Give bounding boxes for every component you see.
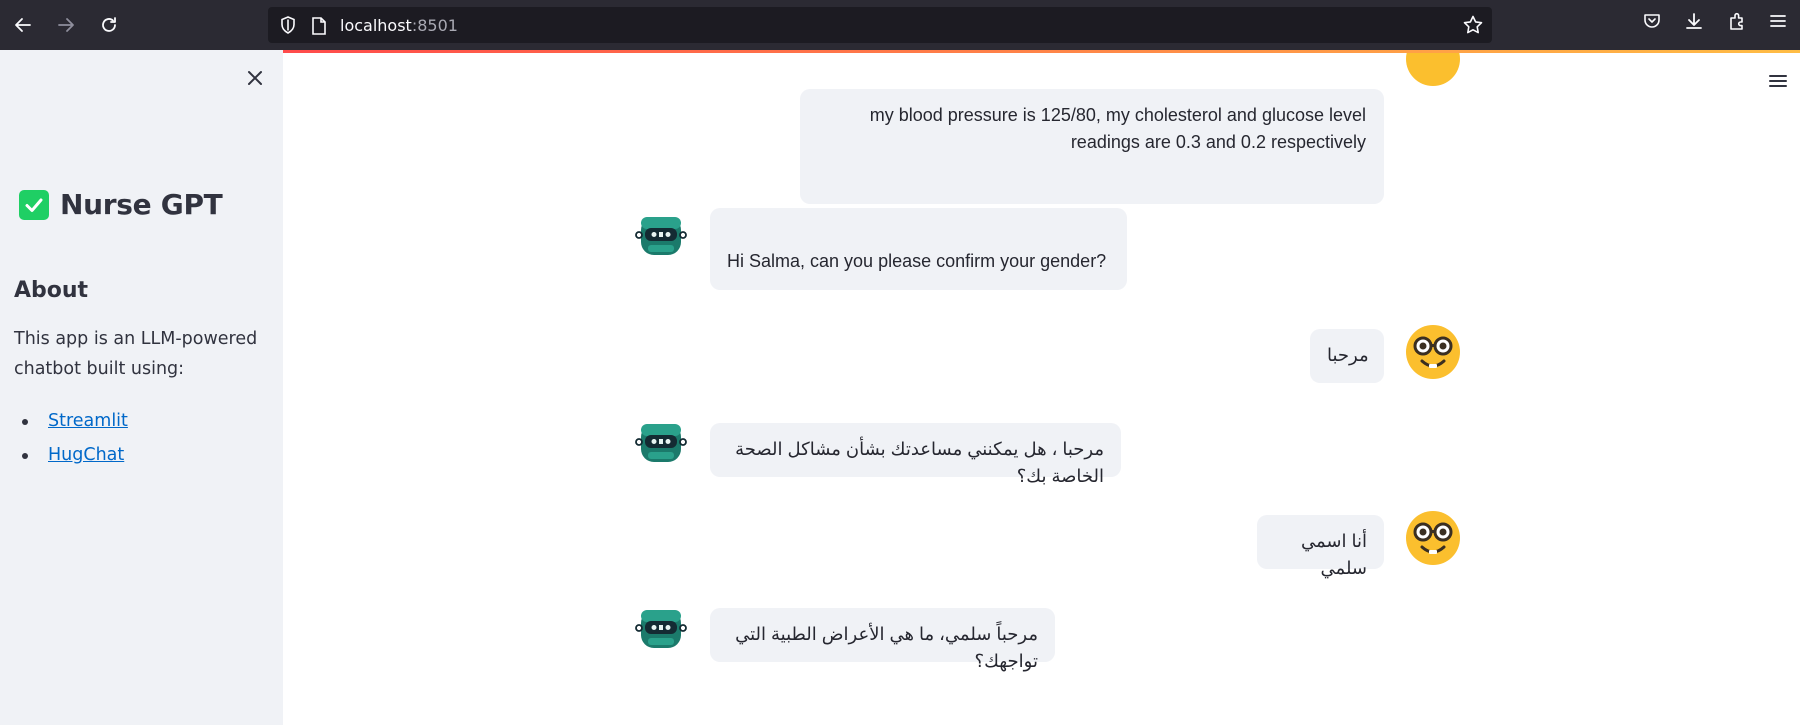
message-text: my blood pressure is 125/80, my choleste…: [869, 105, 1366, 152]
chat-message-assistant: مرحباً سلمي، ما هي الأعراض الطبية التي ت…: [710, 608, 1055, 671]
extensions-icon[interactable]: [1727, 11, 1747, 36]
reload-icon[interactable]: [95, 11, 123, 39]
bot-avatar-robot-icon: [635, 610, 687, 648]
tech-links-list: Streamlit HugChat: [20, 404, 128, 472]
url-text: localhost:8501: [340, 16, 458, 35]
message-text: مرحباً سلمي، ما هي الأعراض الطبية التي ت…: [735, 624, 1038, 671]
page-info-icon[interactable]: [310, 16, 328, 41]
app-menu-icon[interactable]: [1768, 11, 1788, 36]
app-title-text: Nurse GPT: [60, 188, 223, 221]
url-port: :8501: [411, 16, 458, 35]
download-icon[interactable]: [1684, 11, 1704, 36]
bookmark-star-icon[interactable]: [1462, 14, 1484, 41]
chat-area[interactable]: my blood pressure is 125/80, my choleste…: [283, 53, 1800, 725]
pocket-icon[interactable]: [1642, 11, 1662, 36]
check-mark-icon: [19, 189, 49, 220]
forward-arrow-icon[interactable]: [52, 11, 80, 39]
chat-message-user: my blood pressure is 125/80, my choleste…: [800, 89, 1384, 204]
bot-avatar-robot-icon: [635, 424, 687, 462]
chat-message-user: أنا اسمي سلمي: [1257, 515, 1384, 578]
sidebar: Nurse GPT About This app is an LLM-power…: [0, 50, 283, 725]
chat-message-assistant: مرحبا ، هل يمكنني مساعدتك بشأن مشاكل الص…: [710, 423, 1121, 486]
address-bar[interactable]: localhost:8501: [268, 7, 1492, 43]
browser-toolbar: localhost:8501: [0, 0, 1800, 50]
about-description: This app is an LLM-powered chatbot built…: [14, 329, 258, 379]
back-arrow-icon[interactable]: [9, 11, 37, 39]
user-avatar-nerd-face-icon: [1406, 53, 1460, 86]
hamburger-menu-icon[interactable]: [1766, 69, 1790, 93]
close-sidebar-icon[interactable]: [243, 66, 267, 90]
streamlit-link[interactable]: Streamlit: [48, 411, 128, 431]
about-heading: About: [14, 278, 89, 303]
chat-message-assistant: Hi Salma, can you please confirm your ge…: [710, 208, 1127, 290]
app-title: Nurse GPT: [19, 188, 223, 221]
list-item: HugChat: [20, 438, 128, 472]
shield-icon[interactable]: [278, 15, 298, 40]
url-host: localhost: [340, 16, 412, 35]
user-avatar-nerd-face-icon: [1406, 325, 1460, 379]
list-item: Streamlit: [20, 404, 128, 438]
chat-message-user: مرحبا: [1310, 329, 1384, 383]
bot-avatar-robot-icon: [635, 217, 687, 255]
message-text: أنا اسمي سلمي: [1301, 531, 1367, 578]
message-text: مرحبا ، هل يمكنني مساعدتك بشأن مشاكل الص…: [735, 439, 1104, 486]
user-avatar-nerd-face-icon: [1406, 511, 1460, 565]
message-text: مرحبا: [1327, 345, 1369, 365]
hugchat-link[interactable]: HugChat: [48, 445, 124, 465]
message-text: Hi Salma, can you please confirm your ge…: [727, 251, 1107, 271]
